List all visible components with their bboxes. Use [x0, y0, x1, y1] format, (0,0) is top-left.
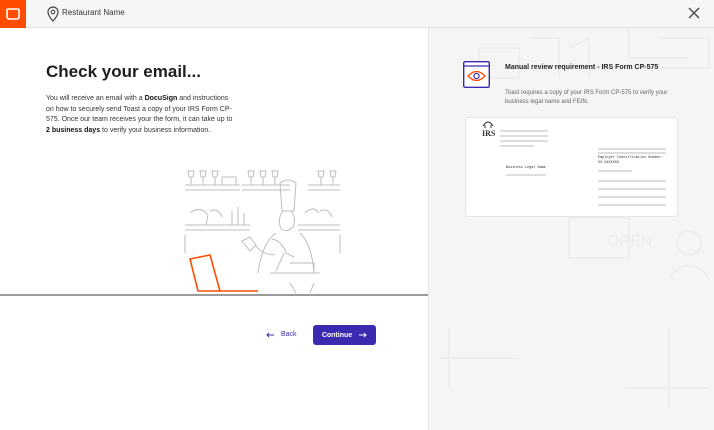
location-pin-icon [47, 6, 59, 22]
review-eye-icon [462, 60, 491, 89]
toast-logo[interactable] [0, 0, 26, 28]
review-title: Manual review requirement - IRS Form CP-… [505, 64, 659, 71]
review-description: Toast requires a copy of your IRS Form C… [505, 90, 668, 105]
irs-eagle-icon [482, 121, 494, 128]
docusign-label: DocuSign [144, 95, 178, 102]
back-button[interactable]: Back [266, 331, 297, 338]
arrow-left-icon [266, 332, 274, 337]
chef-laptop-illustration [184, 170, 341, 294]
main-panel: Check your email... You will receive an … [0, 28, 428, 430]
irs-label: IRS [482, 129, 496, 138]
continue-button[interactable]: Continue [313, 325, 376, 345]
arrow-right-icon [359, 332, 367, 338]
ein-value: XX-XXXXXXX [598, 161, 620, 165]
open-sign-text: OPEN [607, 233, 652, 250]
business-legal-name-label: Business Legal Name [506, 166, 546, 170]
page-title: Check your email... [46, 62, 201, 81]
ein-label: Employer Identification Number: [598, 156, 664, 160]
info-panel: OPEN Manual review requirement - IRS For… [428, 28, 714, 430]
close-icon[interactable] [686, 5, 702, 21]
top-bar: Restaurant Name [0, 0, 714, 28]
business-days-label: 2 business days [46, 126, 101, 134]
instructions-text: You will receive an email with a DocuSig… [46, 95, 233, 134]
restaurant-name[interactable]: Restaurant Name [62, 8, 125, 17]
divider [0, 294, 428, 296]
irs-form-preview: IRS Employer Identification Number: XX-X… [465, 117, 678, 217]
